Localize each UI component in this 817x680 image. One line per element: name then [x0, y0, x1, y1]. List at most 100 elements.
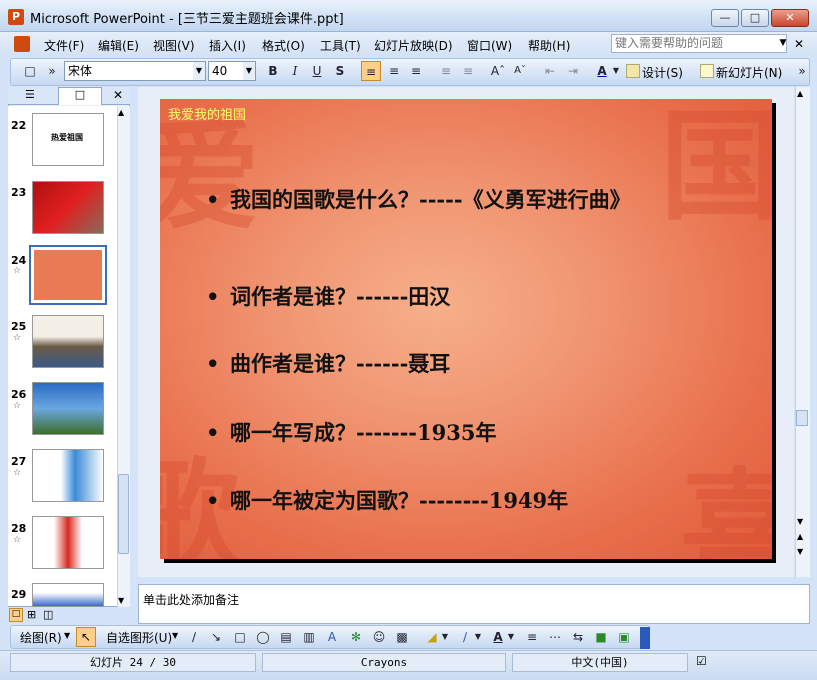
- picture-icon[interactable]: ▩: [392, 627, 412, 647]
- slide-canvas[interactable]: 爱 国 歌 喜 我爱我的祖国 • 我国的国歌是什么？-----《义勇军进行曲》 •…: [160, 99, 772, 559]
- slideshow-view-icon[interactable]: ◫: [43, 608, 53, 621]
- chevron-down-icon[interactable]: ▼: [611, 61, 621, 81]
- bullet-1[interactable]: • 我国的国歌是什么？-----《义勇军进行曲》: [206, 185, 700, 215]
- slide-thumbnail-24-selected[interactable]: [29, 245, 107, 305]
- new-slide-button[interactable]: 新幻灯片(N): [716, 64, 782, 81]
- new-slide-icon: [700, 64, 714, 78]
- close-pane-icon[interactable]: ✕: [113, 88, 123, 102]
- next-slide-icon[interactable]: ▼: [797, 547, 803, 556]
- arrow-style-icon[interactable]: ⇆: [568, 627, 588, 647]
- menu-help[interactable]: 帮助(H): [528, 37, 570, 54]
- font-color-icon[interactable]: A: [488, 627, 508, 647]
- normal-view-icon[interactable]: □: [9, 608, 23, 622]
- wordart-icon[interactable]: A: [322, 627, 342, 647]
- sorter-view-icon[interactable]: ⊞: [27, 608, 36, 621]
- fill-color-icon[interactable]: ◢: [422, 627, 442, 647]
- chevron-down-icon[interactable]: ▼: [777, 34, 789, 53]
- bullet-2[interactable]: • 词作者是谁？------田汉: [206, 282, 700, 312]
- minimize-button[interactable]: —: [711, 9, 739, 27]
- font-select[interactable]: 宋体: [64, 61, 206, 81]
- increase-font-icon[interactable]: Aˆ: [488, 61, 508, 81]
- decrease-indent-icon[interactable]: ⇤: [540, 61, 560, 81]
- new-document-icon[interactable]: □: [20, 61, 40, 81]
- toolbar-overflow-icon[interactable]: [640, 627, 650, 649]
- bullet-4[interactable]: • 哪一年写成？-------1935年: [206, 418, 700, 448]
- align-right-icon[interactable]: ≡: [406, 61, 426, 81]
- menu-insert[interactable]: 插入(I): [209, 37, 246, 54]
- design-button[interactable]: 设计(S): [642, 64, 683, 81]
- line-color-icon[interactable]: ∕: [455, 627, 475, 647]
- align-center-icon[interactable]: ≡: [384, 61, 404, 81]
- slide-title[interactable]: 我爱我的祖国: [168, 104, 246, 123]
- line-style-icon[interactable]: ≡: [522, 627, 542, 647]
- rectangle-icon[interactable]: □: [230, 627, 250, 647]
- slide-thumbnail-27[interactable]: [32, 449, 104, 502]
- dash-style-icon[interactable]: ⋯: [545, 627, 565, 647]
- clipart-icon[interactable]: ☺: [369, 627, 389, 647]
- scroll-up-icon[interactable]: ▲: [797, 89, 803, 98]
- document-icon[interactable]: [14, 36, 30, 52]
- increase-indent-icon[interactable]: ⇥: [563, 61, 583, 81]
- select-pointer-icon[interactable]: ↖: [76, 627, 96, 647]
- slide-thumbnail-29[interactable]: [32, 583, 104, 607]
- autoshapes-button[interactable]: 自选图形(U): [106, 629, 172, 646]
- chevron-down-icon[interactable]: ▼: [64, 631, 70, 640]
- chevron-down-icon[interactable]: ▼: [473, 627, 483, 647]
- close-icon[interactable]: ✕: [794, 37, 804, 51]
- oval-icon[interactable]: ◯: [253, 627, 273, 647]
- outline-tab[interactable]: ☰: [25, 88, 35, 101]
- shadow-icon[interactable]: S: [330, 61, 350, 81]
- toolbar-overflow-icon[interactable]: »: [796, 61, 808, 81]
- slide-thumbnail-22[interactable]: 热爱祖国: [32, 113, 104, 166]
- line-icon[interactable]: ∕: [184, 627, 204, 647]
- menu-view[interactable]: 视图(V): [153, 37, 195, 54]
- menu-window[interactable]: 窗口(W): [467, 37, 512, 54]
- chevron-down-icon[interactable]: ▼: [172, 631, 178, 640]
- toolbar-options-icon[interactable]: »: [42, 61, 62, 81]
- align-left-icon[interactable]: ≡: [361, 61, 381, 81]
- slide-scrollbar[interactable]: [795, 87, 810, 577]
- menu-tools[interactable]: 工具(T): [320, 37, 361, 54]
- arrow-icon[interactable]: ↘: [206, 627, 226, 647]
- vertical-textbox-icon[interactable]: ▥: [299, 627, 319, 647]
- spelling-check-icon[interactable]: ☑: [696, 654, 714, 670]
- chevron-down-icon[interactable]: ▼: [440, 627, 450, 647]
- numbering-icon[interactable]: ≡: [436, 61, 456, 81]
- close-button[interactable]: ✕: [771, 9, 809, 27]
- bullet-3[interactable]: • 曲作者是谁？------聂耳: [206, 349, 700, 379]
- bullet-5[interactable]: • 哪一年被定为国歌？--------1949年: [206, 486, 700, 516]
- menu-format[interactable]: 格式(O): [262, 37, 305, 54]
- star-icon: ☆: [13, 333, 22, 343]
- chevron-down-icon[interactable]: ▼: [506, 627, 516, 647]
- scroll-up-icon[interactable]: ▲: [118, 108, 124, 117]
- slide-thumbnail-25[interactable]: [32, 315, 104, 368]
- slide-thumbnail-26[interactable]: [32, 382, 104, 435]
- bold-icon[interactable]: B: [263, 61, 283, 81]
- diagram-icon[interactable]: ✻: [346, 627, 366, 647]
- help-search-input[interactable]: 键入需要帮助的问题: [611, 34, 787, 53]
- underline-icon[interactable]: U: [307, 61, 327, 81]
- scroll-down-icon[interactable]: ▼: [118, 596, 124, 605]
- notes-pane[interactable]: 单击此处添加备注: [138, 584, 810, 624]
- italic-icon[interactable]: I: [285, 61, 305, 81]
- draw-menu-button[interactable]: 绘图(R): [20, 629, 62, 646]
- decrease-font-icon[interactable]: Aˇ: [510, 61, 530, 81]
- thumbnail-scroll-thumb[interactable]: [118, 474, 129, 554]
- menu-slideshow[interactable]: 幻灯片放映(D): [374, 37, 453, 54]
- slide-scroll-thumb[interactable]: [796, 410, 808, 426]
- chevron-down-icon[interactable]: ▼: [243, 62, 255, 80]
- previous-slide-icon[interactable]: ▲: [797, 532, 803, 541]
- shadow-style-icon[interactable]: ■: [591, 627, 611, 647]
- slide-thumbnail-23[interactable]: [32, 181, 104, 234]
- bullets-icon[interactable]: ≡: [458, 61, 478, 81]
- menu-file[interactable]: 文件(F): [44, 37, 84, 54]
- maximize-button[interactable]: □: [741, 9, 769, 27]
- slides-tab[interactable]: □: [58, 87, 102, 105]
- menu-edit[interactable]: 编辑(E): [98, 37, 139, 54]
- textbox-icon[interactable]: ▤: [276, 627, 296, 647]
- font-color-icon[interactable]: A: [592, 61, 612, 81]
- chevron-down-icon[interactable]: ▼: [193, 62, 205, 80]
- scroll-down-icon[interactable]: ▼: [797, 517, 803, 526]
- slide-thumbnail-28[interactable]: [32, 516, 104, 569]
- 3d-style-icon[interactable]: ▣: [614, 627, 634, 647]
